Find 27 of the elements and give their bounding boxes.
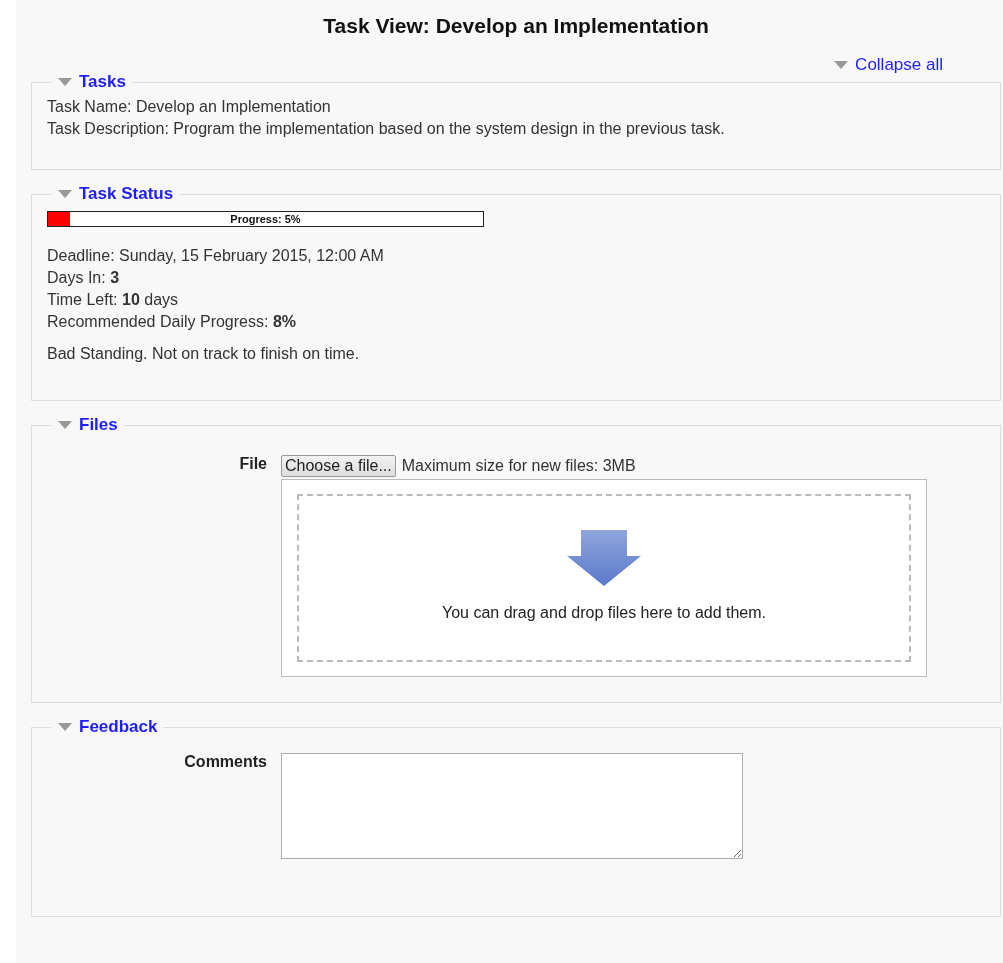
- standing-text: Bad Standing. Not on track to finish on time.: [47, 344, 361, 364]
- status-text: Deadline: Sunday, 15 February 2015, 12:00 AM: [47, 246, 385, 266]
- section-toggle-link[interactable]: Feedback: [57, 717, 158, 737]
- choose-file-button[interactable]: Choose a file...: [281, 455, 396, 477]
- page-title: Task View: Develop an Implementation: [322, 14, 710, 38]
- expanded-triangle-icon: [833, 60, 850, 70]
- download-arrow-icon: [567, 530, 641, 586]
- comments-field[interactable]: [281, 753, 743, 859]
- expanded-triangle-icon: [57, 722, 73, 732]
- expanded-triangle-icon: [57, 189, 73, 199]
- progress-label: Progress: 5%: [229, 212, 302, 226]
- status-text: Days In: 3: [47, 268, 121, 288]
- task-info-text: Task Description: Program the implementation based on the system design in the previous task.: [47, 119, 726, 139]
- field-label: File: [239, 455, 267, 473]
- expanded-triangle-icon: [57, 77, 73, 87]
- collapse-all-link[interactable]: Collapse all: [833, 58, 943, 72]
- task-info-text: Task Name: Develop an Implementation: [47, 97, 332, 117]
- field-label: Comments: [184, 753, 267, 771]
- max-size-text: Maximum size for new files: 3MB: [401, 457, 636, 475]
- drop-zone[interactable]: You can drag and drop files here to add them.: [281, 479, 927, 677]
- section-toggle-link[interactable]: Files: [57, 415, 118, 435]
- status-text: Time Left: 10 days: [47, 290, 180, 310]
- drop-hint-text: You can drag and drop files here to add them.: [441, 604, 767, 622]
- section-toggle-link[interactable]: Tasks: [57, 72, 126, 92]
- section-toggle-link[interactable]: Task Status: [57, 184, 174, 204]
- expanded-triangle-icon: [57, 420, 73, 430]
- status-text: Recommended Daily Progress: 8%: [47, 312, 297, 332]
